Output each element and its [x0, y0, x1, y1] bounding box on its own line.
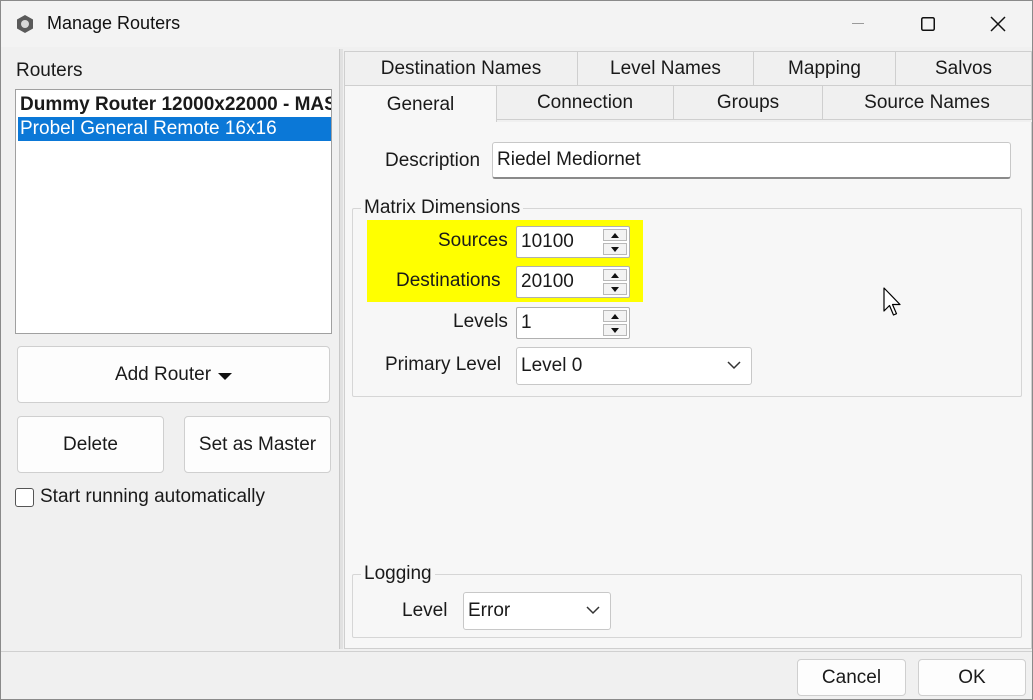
- levels-label: Levels: [453, 311, 508, 332]
- description-value: Riedel Mediornet: [497, 149, 641, 170]
- destinations-label: Destinations: [396, 270, 501, 291]
- cancel-label: Cancel: [821, 666, 882, 688]
- window-title: Manage Routers: [47, 13, 181, 33]
- add-router-button[interactable]: Add Router: [17, 346, 330, 403]
- destinations-increment-button[interactable]: [603, 269, 627, 281]
- routers-panel: Routers Dummy Router 12000x22000 - MAS P…: [6, 49, 339, 649]
- tab-label: Connection: [536, 91, 634, 113]
- tab-connection[interactable]: Connection: [496, 85, 674, 120]
- router-name: Dummy Router 12000x22000 - MAS: [20, 94, 331, 115]
- set-as-master-label: Set as Master: [198, 433, 317, 455]
- log-level-label: Level: [402, 600, 448, 621]
- dialog-footer: Cancel OK: [1, 651, 1032, 699]
- set-as-master-button[interactable]: Set as Master: [184, 416, 331, 473]
- log-level-value: Error: [468, 600, 511, 621]
- tab-label: Mapping: [788, 57, 861, 79]
- logging-title: Logging: [361, 563, 435, 585]
- auto-start-label: Start running automatically: [40, 486, 265, 507]
- maximize-icon: [921, 17, 935, 31]
- log-level-select[interactable]: Error: [463, 592, 611, 630]
- arrow-up-icon: [611, 272, 619, 278]
- arrow-down-icon: [611, 286, 619, 292]
- tab-label: Source Names: [864, 91, 990, 113]
- chevron-down-icon: [727, 361, 741, 370]
- tab-label: Salvos: [934, 57, 993, 79]
- levels-decrement-button[interactable]: [603, 324, 627, 336]
- arrow-down-icon: [611, 327, 619, 333]
- tab-groups[interactable]: Groups: [673, 85, 823, 120]
- sources-value: 10100: [521, 231, 574, 252]
- tab-salvos[interactable]: Salvos: [895, 51, 1032, 86]
- auto-start-checkbox[interactable]: [15, 487, 34, 507]
- general-tab-content: Description Riedel Mediornet Matrix Dime…: [344, 122, 1032, 649]
- router-list[interactable]: Dummy Router 12000x22000 - MAS Probel Ge…: [15, 89, 332, 334]
- tab-label: Groups: [716, 91, 780, 113]
- description-label: Description: [385, 150, 481, 171]
- close-button[interactable]: [963, 1, 1032, 47]
- primary-level-value: Level 0: [521, 355, 583, 376]
- minimize-icon: [852, 23, 864, 24]
- tab-strip: Destination Names Level Names Mapping Sa…: [344, 51, 1032, 123]
- tab-label: Destination Names: [380, 57, 542, 79]
- sources-decrement-button[interactable]: [603, 243, 627, 255]
- close-icon: [990, 16, 1006, 32]
- app-icon: [17, 15, 33, 33]
- routers-label: Routers: [16, 60, 83, 81]
- matrix-dimensions-title: Matrix Dimensions: [361, 197, 524, 219]
- destinations-decrement-button[interactable]: [603, 283, 627, 295]
- maximize-button[interactable]: [893, 1, 963, 47]
- ok-button[interactable]: OK: [918, 659, 1026, 696]
- sources-increment-button[interactable]: [603, 229, 627, 241]
- tab-mapping[interactable]: Mapping: [753, 51, 896, 86]
- tab-level-names[interactable]: Level Names: [577, 51, 754, 86]
- router-list-item-selected[interactable]: Probel General Remote 16x16: [18, 117, 331, 141]
- arrow-up-icon: [611, 232, 619, 238]
- delete-label: Delete: [63, 433, 118, 455]
- logging-group: [352, 574, 1022, 638]
- levels-value: 1: [521, 312, 532, 333]
- sources-label: Sources: [438, 230, 508, 251]
- title-bar: Manage Routers: [1, 1, 1032, 47]
- arrow-down-icon: [611, 246, 619, 252]
- add-router-label: Add Router: [114, 363, 212, 385]
- router-name: Probel General Remote 16x16: [20, 118, 277, 139]
- manage-routers-window: Manage Routers Routers Dummy Router 1200…: [0, 0, 1033, 700]
- tab-destination-names[interactable]: Destination Names: [344, 51, 578, 86]
- mouse-pointer-icon: [883, 287, 901, 316]
- primary-level-select[interactable]: Level 0: [516, 347, 752, 385]
- tab-general[interactable]: General: [344, 85, 497, 123]
- description-input[interactable]: Riedel Mediornet: [492, 142, 1011, 179]
- cancel-button[interactable]: Cancel: [797, 659, 906, 696]
- tab-source-names[interactable]: Source Names: [822, 85, 1032, 120]
- panel-splitter[interactable]: [339, 49, 343, 649]
- caret-down-icon: [218, 372, 233, 380]
- levels-spinbox[interactable]: 1: [516, 307, 630, 339]
- levels-increment-button[interactable]: [603, 310, 627, 322]
- primary-level-label: Primary Level: [385, 354, 502, 375]
- ok-label: OK: [958, 666, 986, 688]
- minimize-button[interactable]: [823, 1, 893, 47]
- arrow-up-icon: [611, 313, 619, 319]
- sources-spinbox[interactable]: 10100: [516, 226, 630, 258]
- tab-label: Level Names: [610, 57, 721, 79]
- router-list-item[interactable]: Dummy Router 12000x22000 - MAS: [18, 93, 331, 117]
- tab-label: General: [386, 93, 455, 115]
- delete-button[interactable]: Delete: [17, 416, 164, 473]
- destinations-value: 20100: [521, 271, 574, 292]
- auto-start-option[interactable]: Start running automatically: [15, 486, 265, 508]
- destinations-spinbox[interactable]: 20100: [516, 266, 630, 298]
- chevron-down-icon: [586, 606, 600, 615]
